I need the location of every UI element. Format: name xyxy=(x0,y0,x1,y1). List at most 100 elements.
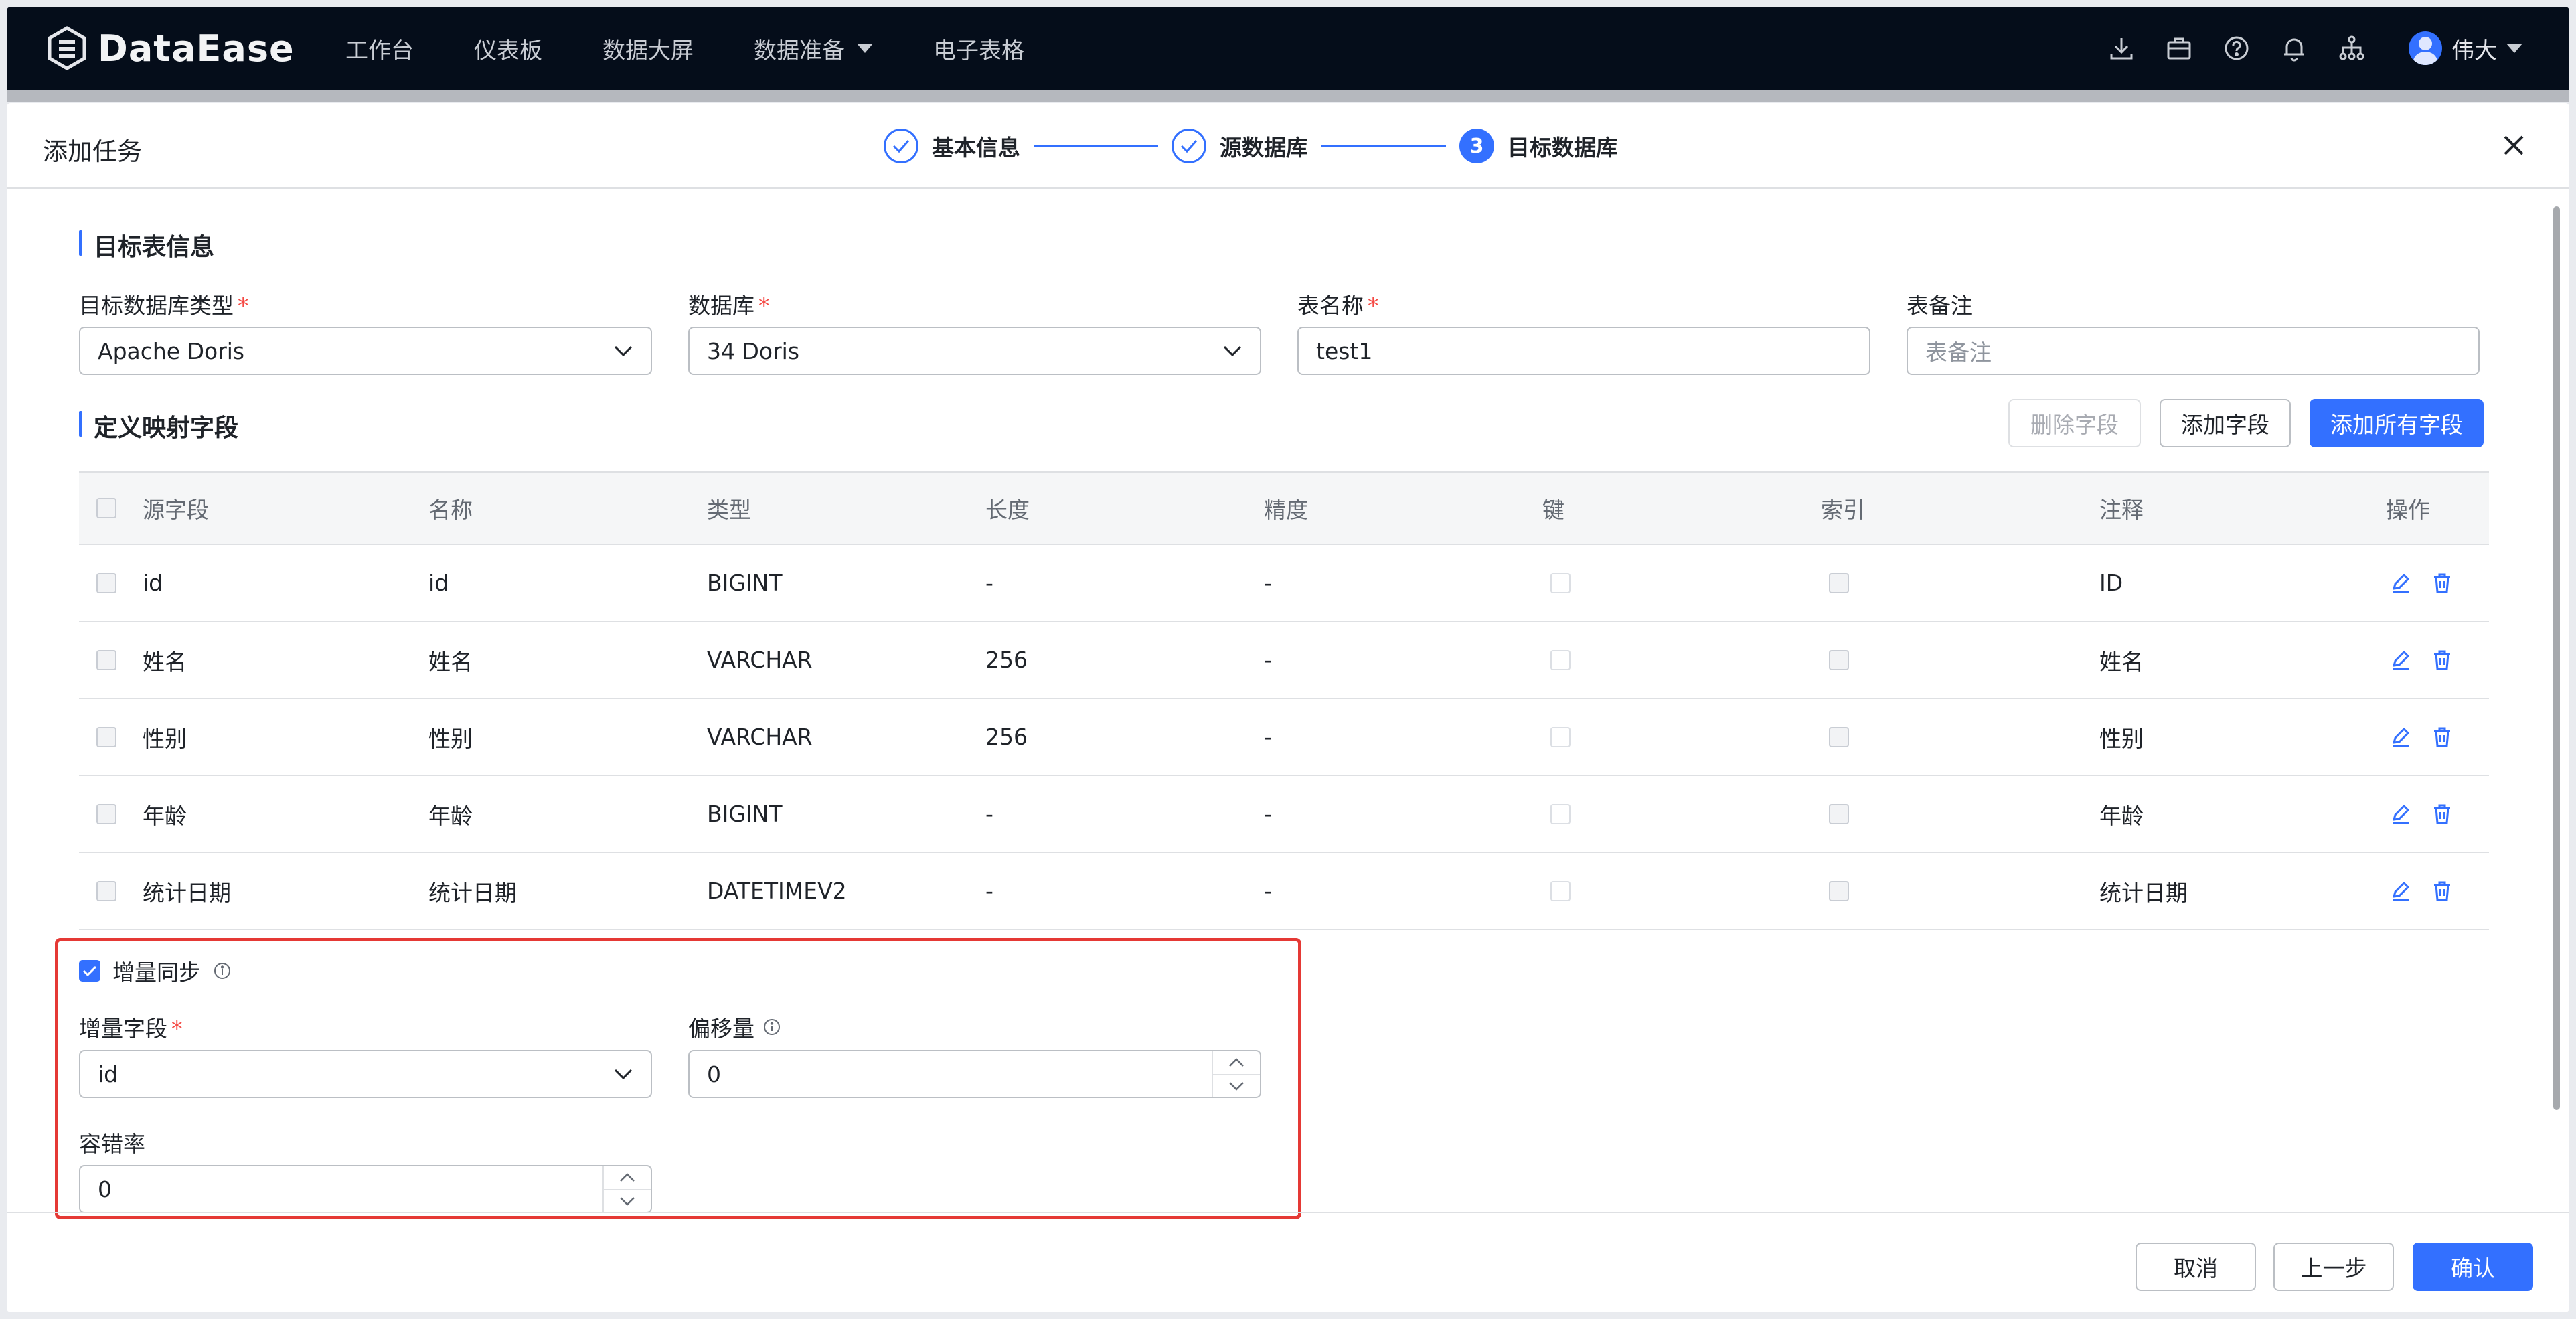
scrollbar-thumb[interactable] xyxy=(2553,206,2560,1110)
number-stepper xyxy=(1212,1051,1260,1097)
dataease-logo-icon xyxy=(48,26,86,70)
step-connector xyxy=(1321,145,1446,147)
nav-item-data-screen[interactable]: 数据大屏 xyxy=(602,32,694,65)
previous-step-button[interactable]: 上一步 xyxy=(2273,1243,2394,1291)
select-all-checkbox[interactable] xyxy=(96,473,116,544)
nav-item-workbench[interactable]: 工作台 xyxy=(345,32,414,65)
checkbox xyxy=(96,726,116,747)
increment-button[interactable] xyxy=(604,1166,651,1189)
cancel-button[interactable]: 取消 xyxy=(2136,1243,2256,1291)
delete-icon[interactable] xyxy=(2430,879,2454,903)
required-mark: * xyxy=(238,293,249,319)
row-checkbox[interactable] xyxy=(96,853,116,929)
cell-type: DATETIMEV2 xyxy=(707,878,847,904)
edit-icon[interactable] xyxy=(2389,725,2413,749)
info-icon[interactable] xyxy=(762,1018,781,1036)
row-checkbox[interactable] xyxy=(96,699,116,775)
row-checkbox[interactable] xyxy=(96,776,116,852)
checkbox xyxy=(1829,572,1849,593)
col-actions: 操作 xyxy=(2386,497,2430,523)
cell-type: VARCHAR xyxy=(707,647,813,673)
org-tree-icon[interactable] xyxy=(2338,34,2366,62)
logo[interactable]: DataEase xyxy=(44,24,295,72)
page-background-strip xyxy=(7,90,2569,102)
user-menu[interactable]: 伟大 xyxy=(2409,31,2522,65)
input-value: test1 xyxy=(1316,337,1373,364)
delete-field-button[interactable]: 删除字段 xyxy=(2008,399,2141,447)
table-header: 源字段 名称 类型 长度 精度 键 索引 注释 操作 xyxy=(79,471,2489,545)
cell-length: 256 xyxy=(985,724,1028,750)
check-icon xyxy=(884,129,918,163)
delete-icon[interactable] xyxy=(2430,571,2454,595)
row-actions xyxy=(2389,776,2454,852)
close-icon[interactable] xyxy=(2497,129,2530,162)
db-type-select[interactable]: Apache Doris xyxy=(79,327,652,375)
help-icon[interactable] xyxy=(2223,34,2251,62)
label-text: 偏移量 xyxy=(688,1016,754,1042)
row-actions xyxy=(2389,699,2454,775)
cell-source: 年龄 xyxy=(143,802,187,829)
row-checkbox[interactable] xyxy=(96,545,116,621)
cell-precision: - xyxy=(1264,724,1272,750)
step-basic-info: 基本信息 xyxy=(884,129,1020,163)
label-text: 数据库 xyxy=(688,293,754,319)
table-remark-input[interactable]: 表备注 xyxy=(1907,327,2480,375)
index-checkbox xyxy=(1829,622,1849,698)
bell-icon[interactable] xyxy=(2280,34,2308,62)
input-value: 0 xyxy=(98,1176,112,1202)
table-row: 姓名 姓名 VARCHAR 256 - 姓名 xyxy=(79,622,2489,699)
user-name: 伟大 xyxy=(2451,37,2497,64)
vertical-scrollbar[interactable] xyxy=(2552,197,2561,1208)
nav-item-data-prep[interactable]: 数据准备 xyxy=(754,32,873,65)
incremental-field-select[interactable]: id xyxy=(79,1050,652,1098)
top-navbar: DataEase 工作台 仪表板 数据大屏 数据准备 电子表格 伟大 xyxy=(7,7,2569,102)
row-actions xyxy=(2389,853,2454,929)
increment-button[interactable] xyxy=(1213,1051,1260,1074)
nav-item-spreadsheet[interactable]: 电子表格 xyxy=(933,32,1024,65)
field-label-db-type: 目标数据库类型 * xyxy=(79,288,249,320)
confirm-button[interactable]: 确认 xyxy=(2413,1243,2533,1291)
input-value: 0 xyxy=(707,1061,721,1087)
field-label-database: 数据库 * xyxy=(688,288,770,320)
row-actions xyxy=(2389,622,2454,698)
check-icon xyxy=(1172,129,1206,163)
database-select[interactable]: 34 Doris xyxy=(688,327,1261,375)
incremental-sync-toggle[interactable]: 增量同步 xyxy=(79,955,232,987)
decrement-button[interactable] xyxy=(1213,1074,1260,1097)
edit-icon[interactable] xyxy=(2389,802,2413,826)
select-value: Apache Doris xyxy=(98,337,245,364)
delete-icon[interactable] xyxy=(2430,725,2454,749)
add-all-fields-button[interactable]: 添加所有字段 xyxy=(2310,399,2484,447)
checkbox xyxy=(1550,726,1571,747)
col-name: 名称 xyxy=(428,497,473,523)
cell-type: BIGINT xyxy=(707,801,783,827)
delete-icon[interactable] xyxy=(2430,802,2454,826)
edit-icon[interactable] xyxy=(2389,879,2413,903)
key-checkbox xyxy=(1550,699,1571,775)
checkbox xyxy=(96,572,116,593)
nav-label: 数据大屏 xyxy=(602,37,694,64)
checkbox xyxy=(1550,649,1571,670)
cell-comment: ID xyxy=(2099,570,2123,596)
row-checkbox[interactable] xyxy=(96,622,116,698)
decrement-button[interactable] xyxy=(604,1189,651,1212)
info-icon[interactable] xyxy=(213,961,232,980)
checkbox xyxy=(1550,572,1571,593)
offset-number-input[interactable]: 0 xyxy=(688,1050,1261,1098)
add-field-button[interactable]: 添加字段 xyxy=(2160,399,2291,447)
cell-length: - xyxy=(985,878,993,904)
briefcase-icon[interactable] xyxy=(2165,34,2193,62)
section-title-mapping: 定义映射字段 xyxy=(79,408,238,443)
nav-item-dashboard[interactable]: 仪表板 xyxy=(474,32,542,65)
required-mark: * xyxy=(1368,293,1379,319)
delete-icon[interactable] xyxy=(2430,648,2454,672)
cell-precision: - xyxy=(1264,878,1272,904)
cell-source: 姓名 xyxy=(143,648,187,675)
download-icon[interactable] xyxy=(2107,34,2136,62)
col-type: 类型 xyxy=(707,497,751,523)
fault-tolerance-number-input[interactable]: 0 xyxy=(79,1165,652,1213)
edit-icon[interactable] xyxy=(2389,571,2413,595)
edit-icon[interactable] xyxy=(2389,648,2413,672)
col-comment: 注释 xyxy=(2099,497,2144,523)
table-name-input[interactable]: test1 xyxy=(1297,327,1870,375)
